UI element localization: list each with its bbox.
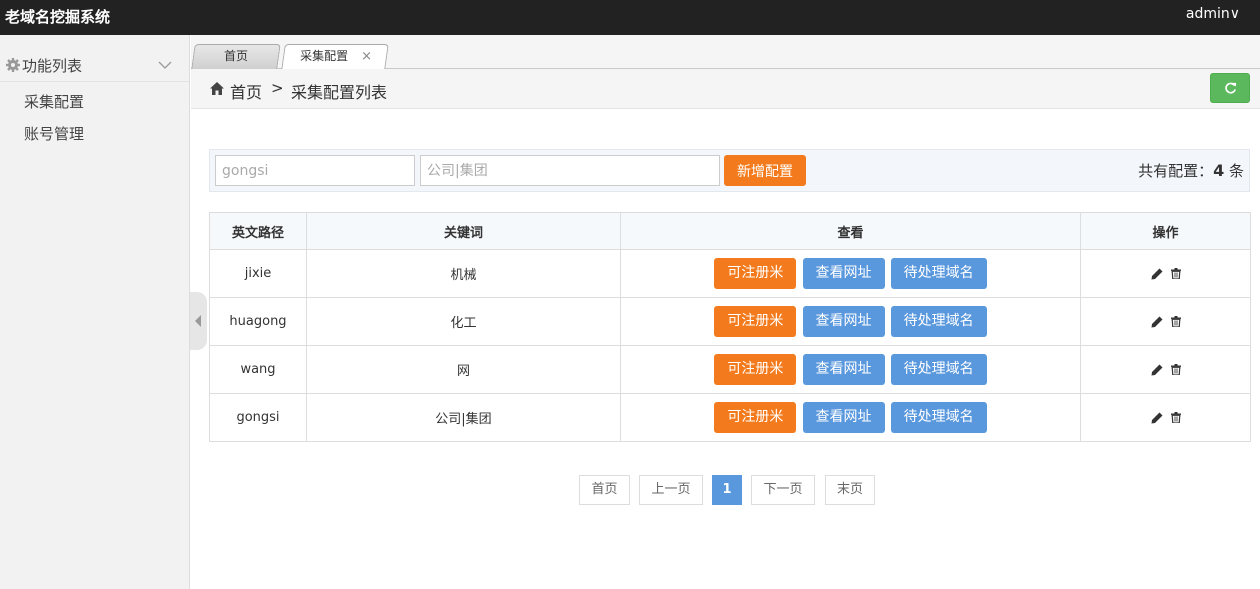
breadcrumb-separator: > (271, 79, 284, 97)
home-icon (210, 82, 224, 95)
cell-keyword: 公司|集团 (306, 393, 621, 442)
config-table: 英文路径 关键词 查看 操作 jixie 机械 可注册米 查看网址 待处理域名 hua… (209, 212, 1251, 442)
sidebar-section-title: 功能列表 (22, 57, 83, 75)
cell-view-actions: 可注册米 查看网址 待处理域名 (620, 297, 1081, 346)
view-urls-button[interactable]: 查看网址 (802, 402, 885, 433)
registerable-button[interactable]: 可注册米 (714, 354, 797, 385)
table-row: jixie 机械 可注册米 查看网址 待处理域名 (209, 249, 1251, 298)
pending-domains-button[interactable]: 待处理域名 (890, 402, 987, 433)
top-bar: 老域名挖掘系统 admin∨ (0, 0, 1260, 35)
cell-keyword: 化工 (306, 297, 621, 346)
page-next-button[interactable]: 下一页 (751, 475, 815, 505)
table-row: wang 网可注册米 查看网址 待处理域名 (209, 345, 1251, 394)
tab-bar: 首页 采集配置 × (191, 35, 1260, 70)
chevron-left-icon (195, 315, 201, 327)
page-current-button[interactable]: 1 (712, 475, 742, 505)
tab-home[interactable]: 首页 (191, 44, 281, 69)
search-bar: 新增配置 共有配置：4 条 (209, 149, 1250, 192)
breadcrumb-home[interactable]: 首页 (230, 79, 262, 103)
chevron-down-icon (158, 61, 172, 69)
tab-collect-config[interactable]: 采集配置 × (281, 44, 389, 70)
sidebar-collapse-handle[interactable] (190, 292, 207, 350)
registerable-button[interactable]: 可注册米 (714, 402, 797, 433)
cell-view-actions: 可注册米 查看网址 待处理域名 (620, 345, 1081, 394)
cell-view-actions: 可注册米 查看网址 待处理域名 (620, 249, 1081, 298)
tab-home-label: 首页 (223, 49, 248, 63)
refresh-button[interactable] (1210, 73, 1250, 103)
pending-domains-button[interactable]: 待处理域名 (890, 258, 987, 289)
user-menu[interactable]: admin∨ (1186, 6, 1240, 22)
cell-keyword: 网 (306, 345, 621, 394)
view-urls-button[interactable]: 查看网址 (802, 258, 885, 289)
breadcrumb-current: 采集配置列表 (291, 83, 388, 102)
edit-icon[interactable] (1151, 268, 1163, 280)
total-suffix: 条 (1224, 162, 1244, 180)
cell-path: jixie (209, 249, 307, 298)
view-urls-button[interactable]: 查看网址 (802, 306, 885, 337)
cell-view-actions: 可注册米 查看网址 待处理域名 (620, 393, 1081, 442)
sidebar: 功能列表 采集配置 账号管理 (0, 35, 190, 589)
view-urls-button[interactable]: 查看网址 (802, 354, 885, 385)
page-prev-button[interactable]: 上一页 (639, 475, 703, 505)
pagination: 首页 上一页 1 下一页 末页 (0, 475, 1260, 505)
tab-close-icon[interactable]: × (361, 45, 372, 68)
breadcrumb: 首页 > 采集配置列表 (191, 69, 1260, 109)
delete-icon[interactable] (1170, 364, 1181, 375)
table-header-row: 英文路径 关键词 查看 操作 (209, 212, 1251, 250)
path-search-input[interactable] (215, 155, 415, 186)
edit-icon[interactable] (1151, 412, 1163, 424)
edit-icon[interactable] (1151, 316, 1163, 328)
registerable-button[interactable]: 可注册米 (714, 258, 797, 289)
total-count-text: 共有配置：4 条 (1138, 160, 1244, 181)
sidebar-item-account-manage[interactable]: 账号管理 (24, 123, 84, 144)
sidebar-item-collect-config[interactable]: 采集配置 (24, 91, 84, 112)
page-first-button[interactable]: 首页 (579, 475, 630, 505)
table-row: gongsi 公司|集团 可注册米 查看网址 待处理域名 (209, 393, 1251, 442)
cell-ops (1080, 249, 1251, 298)
tab-collect-config-label: 采集配置 (300, 49, 349, 63)
edit-icon[interactable] (1151, 364, 1163, 376)
column-header-ops: 操作 (1080, 212, 1251, 250)
cell-path: gongsi (209, 393, 307, 442)
sidebar-section-header[interactable]: 功能列表 (0, 50, 189, 82)
keyword-search-input[interactable] (420, 155, 720, 186)
delete-icon[interactable] (1170, 268, 1181, 279)
column-header-keyword: 关键词 (306, 212, 621, 250)
delete-icon[interactable] (1170, 412, 1181, 423)
cell-path: huagong (209, 297, 307, 346)
column-header-path: 英文路径 (209, 212, 307, 250)
refresh-icon (1225, 82, 1237, 94)
app-title: 老域名挖掘系统 (5, 8, 111, 26)
total-count: 4 (1213, 161, 1225, 180)
gear-icon (6, 58, 20, 72)
page-last-button[interactable]: 末页 (825, 475, 875, 505)
table-row: huagong 化工 可注册米 查看网址 待处理域名 (209, 297, 1251, 346)
cell-ops (1080, 345, 1251, 394)
cell-keyword: 机械 (306, 249, 621, 298)
delete-icon[interactable] (1170, 316, 1181, 327)
pending-domains-button[interactable]: 待处理域名 (890, 306, 987, 337)
cell-path: wang (209, 345, 307, 394)
total-prefix: 共有配置： (1138, 162, 1214, 180)
cell-ops (1080, 297, 1251, 346)
pending-domains-button[interactable]: 待处理域名 (890, 354, 987, 385)
cell-ops (1080, 393, 1251, 442)
add-config-button[interactable]: 新增配置 (724, 155, 806, 186)
column-header-view: 查看 (620, 212, 1081, 250)
registerable-button[interactable]: 可注册米 (714, 306, 797, 337)
